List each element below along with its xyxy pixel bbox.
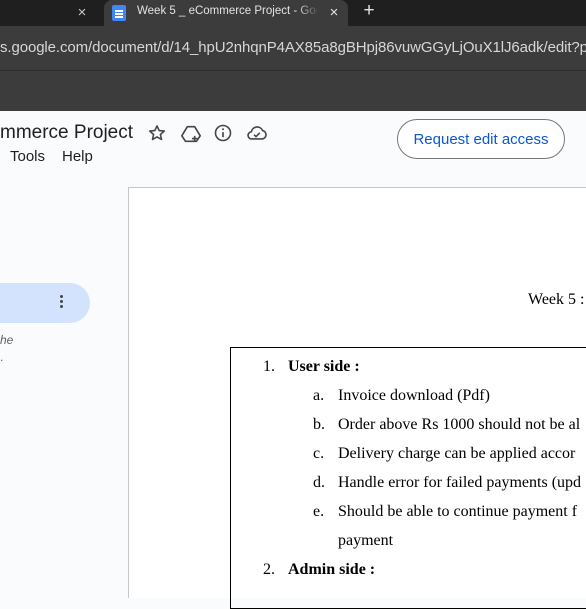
- star-icon[interactable]: [146, 123, 168, 145]
- list-text: Order above Rs 1000 should not be al: [338, 416, 581, 433]
- google-docs-icon: [112, 5, 126, 21]
- url-field[interactable]: s.google.com/document/d/14_hpU2nhqnP4AX8…: [0, 37, 586, 59]
- browser-tab-strip: × Week 5 _ eCommerce Project - Google Do…: [0, 0, 586, 26]
- list-letter: b.: [313, 416, 325, 433]
- new-tab-button[interactable]: +: [358, 0, 380, 24]
- outline-item-selected[interactable]: [0, 283, 90, 323]
- list-text: Admin side :: [288, 561, 376, 578]
- menu-help[interactable]: Help: [62, 148, 93, 165]
- cloud-status-icon[interactable]: [246, 123, 268, 145]
- close-tab-icon[interactable]: ×: [74, 3, 90, 23]
- document-outline-panel: he .: [0, 187, 128, 586]
- list-text: User side :: [288, 358, 360, 375]
- move-to-drive-icon[interactable]: [180, 123, 202, 145]
- list-text: payment: [338, 532, 394, 549]
- tab-title: Week 5 _ eCommerce Project - Google Docs: [137, 5, 317, 17]
- list-text: Handle error for failed payments (upd: [338, 474, 582, 491]
- tab-title-fade: [297, 0, 319, 26]
- outline-hint-text: he: [0, 333, 14, 347]
- more-options-icon[interactable]: [58, 293, 64, 313]
- list-number: 1.: [263, 358, 275, 375]
- list-letter: a.: [313, 387, 325, 404]
- document-page[interactable]: Week 5 : 1. User side : a. Invoice downl…: [128, 187, 586, 609]
- bookmarks-bar: [0, 70, 586, 111]
- info-icon[interactable]: [212, 123, 234, 145]
- address-bar: s.google.com/document/d/14_hpU2nhqnP4AX8…: [0, 26, 586, 70]
- list-letter: c.: [313, 445, 325, 462]
- close-tab-icon[interactable]: ×: [326, 3, 342, 23]
- browser-tab-previous[interactable]: ×: [0, 0, 100, 26]
- document-heading: Week 5 :: [528, 291, 585, 308]
- document-title[interactable]: mmerce Project: [0, 122, 133, 144]
- list-letter: d.: [313, 474, 325, 491]
- menu-tools[interactable]: Tools: [10, 148, 45, 165]
- docs-header: mmerce Project Tools Help Request edit a…: [0, 111, 586, 187]
- list-text: Should be able to continue payment f: [338, 503, 578, 520]
- list-text: Invoice download (Pdf): [338, 387, 490, 404]
- list-letter: e.: [313, 503, 325, 520]
- list-text: Delivery charge can be applied accor: [338, 445, 576, 462]
- outline-hint-text-2: .: [0, 350, 4, 364]
- browser-tab-active[interactable]: Week 5 _ eCommerce Project - Google Docs…: [104, 0, 348, 26]
- list-number: 2.: [263, 561, 275, 578]
- request-edit-access-button[interactable]: Request edit access: [397, 119, 565, 159]
